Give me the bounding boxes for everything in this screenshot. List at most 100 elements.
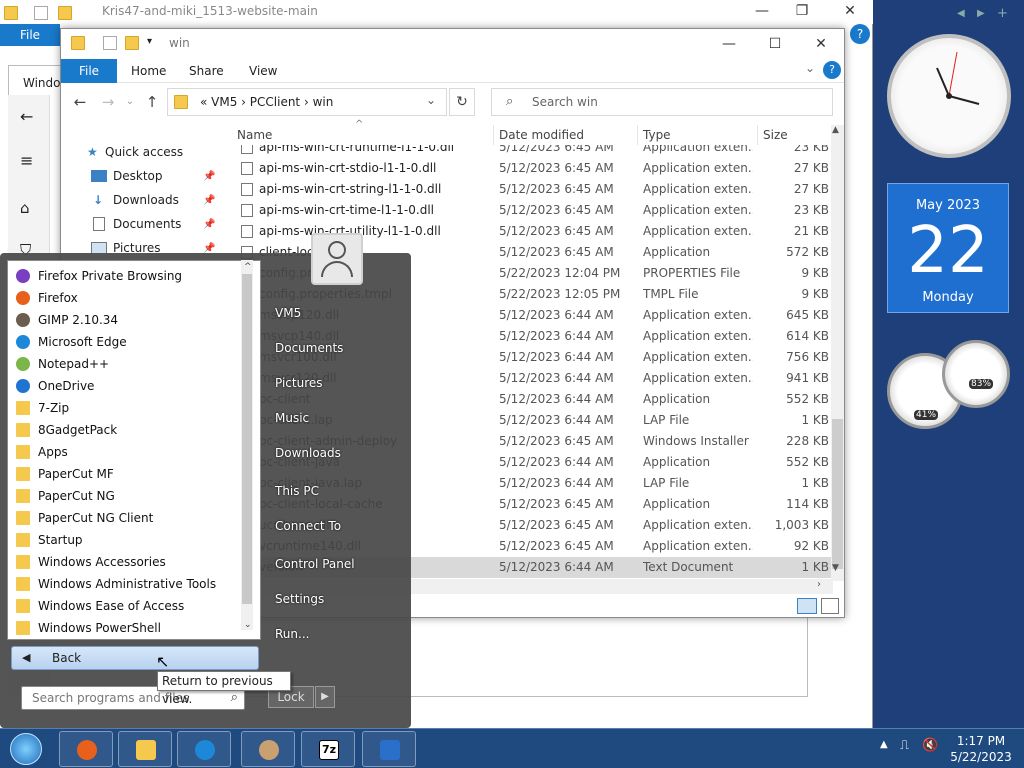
tab-home[interactable]: Home <box>131 59 166 83</box>
close-button[interactable]: ✕ <box>801 33 841 55</box>
column-header-type[interactable]: Type <box>643 128 671 142</box>
minimize-button[interactable]: — <box>709 33 749 55</box>
explorer-titlebar[interactable]: ▾ win — ☐ ✕ <box>61 29 844 59</box>
folder-icon <box>16 511 30 525</box>
pin-icon[interactable]: 📌 <box>203 171 215 182</box>
search-input[interactable]: ⌕ Search win <box>491 88 833 116</box>
calendar-gadget[interactable]: May 2023 22 Monday <box>887 183 1009 313</box>
pin-icon[interactable]: 📌 <box>203 195 215 206</box>
file-type: Application exten... <box>643 539 753 553</box>
clock-gadget[interactable] <box>887 34 1011 158</box>
column-header-size[interactable]: Size <box>763 128 788 142</box>
file-row[interactable]: api-ms-win-crt-string-l1-1-0.dll 5/12/202… <box>237 179 833 200</box>
address-bar[interactable]: « VM5 › PCClient › win ⌄ <box>167 88 447 116</box>
properties-icon[interactable] <box>34 6 48 20</box>
taskbar-paint[interactable] <box>241 731 295 767</box>
menu-icon[interactable]: ≡ <box>20 151 33 170</box>
background-file-tab[interactable]: File <box>0 24 60 46</box>
address-dropdown-icon[interactable]: ⌄ <box>426 93 436 107</box>
back-arrow-icon[interactable]: ← <box>20 107 33 126</box>
nav-item-downloads[interactable]: ↓ Downloads <box>93 189 179 211</box>
scroll-up-icon[interactable]: ▲ <box>832 125 839 135</box>
scroll-down-icon[interactable]: ⌄ <box>244 620 252 630</box>
start-link[interactable]: This PC <box>275 484 319 498</box>
tab-view[interactable]: View <box>249 59 277 83</box>
column-header-date[interactable]: Date modified <box>499 128 584 142</box>
taskbar-firefox[interactable] <box>59 731 113 767</box>
new-folder-icon[interactable] <box>58 6 72 20</box>
back-button[interactable]: ← <box>69 91 91 113</box>
taskbar-clock[interactable]: 1:17 PM 5/22/2023 <box>946 733 1016 767</box>
power-options-arrow-button[interactable]: ▶ <box>315 686 335 708</box>
file-row[interactable]: api-ms-win-crt-runtime-l1-1-0.dll 5/12/20… <box>237 145 833 158</box>
new-folder-icon[interactable] <box>125 36 139 50</box>
taskbar-defender[interactable] <box>362 731 416 767</box>
maximize-button[interactable]: ☐ <box>755 33 795 55</box>
recent-locations-icon[interactable]: ⌄ <box>119 91 141 113</box>
start-link[interactable]: Downloads <box>275 446 341 460</box>
start-link[interactable]: Documents <box>275 341 343 355</box>
file-type: Application <box>643 392 711 406</box>
memory-meter-gadget[interactable]: 83% <box>942 340 1010 408</box>
tooltip: Return to previous view. <box>157 671 291 706</box>
refresh-button[interactable]: ↻ <box>449 88 475 116</box>
show-hidden-icons-icon[interactable]: ▲ <box>880 739 888 750</box>
nav-item-quick-access[interactable]: ★ Quick access <box>87 141 183 163</box>
nav-item-desktop[interactable]: Desktop <box>91 165 163 187</box>
scroll-up-icon[interactable]: ^ <box>244 262 252 272</box>
start-link[interactable]: Run... <box>275 627 309 641</box>
forward-button[interactable]: → <box>97 91 119 113</box>
volume-muted-icon[interactable]: 🔇 <box>922 738 938 753</box>
background-window-titlebar[interactable]: Kris47-and-miki_1513-website-main — ❐ ✕ <box>0 0 873 24</box>
restore-button[interactable]: ❐ <box>782 0 822 22</box>
close-button[interactable]: ✕ <box>830 0 870 22</box>
file-row[interactable]: api-ms-win-crt-stdio-l1-1-0.dll 5/12/2023… <box>237 158 833 179</box>
tab-share[interactable]: Share <box>189 59 224 83</box>
minimize-button[interactable]: — <box>742 0 782 22</box>
programs-scrollbar-thumb[interactable] <box>242 274 252 604</box>
add-gadget-icon[interactable]: + <box>997 6 1008 21</box>
network-icon[interactable]: ⎍ <box>900 738 909 753</box>
start-link[interactable]: VM5 <box>275 306 301 320</box>
taskbar-7zip[interactable]: 7z <box>301 731 355 767</box>
details-view-icon[interactable] <box>797 598 817 614</box>
tab-file[interactable]: File <box>61 59 117 83</box>
help-icon[interactable]: ? <box>850 24 870 44</box>
properties-icon[interactable] <box>103 36 117 50</box>
breadcrumb[interactable]: « VM5 › PCClient › win <box>200 95 333 109</box>
column-header-name[interactable]: Name <box>237 128 272 142</box>
user-icon-body <box>321 261 353 277</box>
start-link[interactable]: Settings <box>275 592 324 606</box>
taskbar-file-explorer[interactable] <box>118 731 172 767</box>
pin-icon[interactable]: 📌 <box>203 219 215 230</box>
search-icon[interactable]: ⌕ <box>231 690 238 705</box>
start-link[interactable]: Music <box>275 411 309 425</box>
program-label: Windows Administrative Tools <box>38 577 217 591</box>
scroll-down-icon[interactable]: ▼ <box>832 563 839 573</box>
file-row[interactable]: api-ms-win-crt-time-l1-1-0.dll 5/12/2023 … <box>237 200 833 221</box>
user-avatar[interactable] <box>311 233 363 285</box>
file-icon <box>241 183 253 196</box>
gadget-prev-icon[interactable]: ◀ <box>957 8 965 19</box>
taskbar: 7z ▲ ⎍ 🔇 1:17 PM 5/22/2023 <box>0 728 1024 768</box>
file-name: api-ms-win-crt-stdio-l1-1-0.dll <box>259 161 437 175</box>
start-link[interactable]: Pictures <box>275 376 323 390</box>
file-size: 614 KB <box>786 329 829 343</box>
help-icon[interactable]: ? <box>823 61 841 79</box>
start-button[interactable] <box>4 731 48 767</box>
home-icon[interactable]: ⌂ <box>20 199 30 217</box>
start-link[interactable]: Connect To <box>275 519 341 533</box>
up-button[interactable]: ↑ <box>141 91 163 113</box>
taskbar-edge[interactable] <box>177 731 231 767</box>
start-link[interactable]: Control Panel <box>275 557 355 571</box>
scroll-right-icon[interactable]: › <box>817 579 821 590</box>
system-tray: ▲ ⎍ 🔇 <box>880 738 940 759</box>
gadget-next-icon[interactable]: ▶ <box>977 8 985 19</box>
back-button[interactable]: ◀ Back <box>11 646 259 670</box>
nav-item-documents[interactable]: Documents <box>93 213 181 235</box>
expand-ribbon-icon[interactable]: ⌄ <box>805 61 815 75</box>
large-icons-view-icon[interactable] <box>821 598 839 614</box>
vertical-scrollbar-thumb[interactable] <box>832 419 843 569</box>
customize-toolbar-icon[interactable]: ▾ <box>147 36 152 47</box>
calendar-day: 22 <box>907 214 989 288</box>
